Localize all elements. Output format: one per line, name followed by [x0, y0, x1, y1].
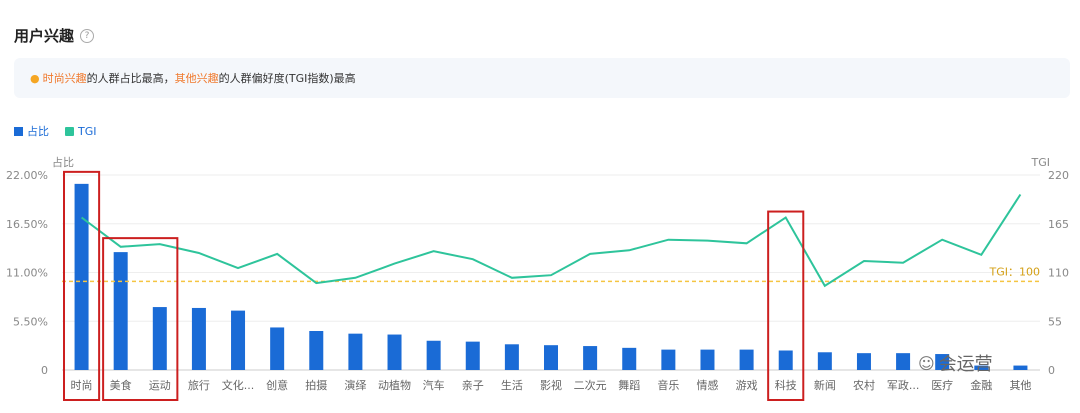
bar [661, 349, 676, 370]
insight-banner: ● 时尚兴趣 的人群占比最高， 其他兴趣 的人群偏好度(TGI指数)最高 [14, 58, 1070, 98]
legend-bar-label: 占比 [27, 125, 49, 138]
x-tick-label: 生活 [501, 378, 523, 392]
x-tick-label: 舞蹈 [618, 379, 640, 392]
x-tick-label: 文化... [222, 378, 255, 392]
bar [191, 307, 206, 370]
y-tick-right: 220 [1048, 169, 1069, 182]
x-tick-label: 旅行 [188, 378, 210, 392]
insight-text-2: 的人群偏好度(TGI指数)最高 [218, 72, 356, 85]
legend-line-swatch [65, 126, 74, 136]
x-tick-label: 亲子 [462, 378, 484, 392]
y-tick-left: 0 [41, 364, 48, 377]
y-tick-right: 55 [1048, 315, 1062, 328]
x-tick-label: 金融 [970, 378, 992, 392]
bar [309, 331, 324, 370]
chart-legend: 占比 TGI [14, 123, 97, 139]
wechat-icon: ☺ [918, 353, 935, 373]
lightbulb-icon: ● [30, 71, 40, 85]
bar [1013, 365, 1028, 370]
y-tick-right: 110 [1048, 267, 1069, 280]
insight-highlight-1: 时尚兴趣 [42, 72, 87, 85]
y-tick-left: 5.50% [13, 315, 48, 328]
x-tick-label: 美食 [110, 378, 132, 392]
x-tick-label: 新闻 [814, 378, 836, 392]
bar [504, 344, 519, 370]
bar [348, 333, 363, 370]
x-tick-label: 军政... [887, 378, 920, 392]
y-axis-label-left: 占比 [52, 155, 74, 169]
x-tick-label: 影视 [540, 378, 562, 392]
bar [113, 252, 128, 370]
bar [817, 352, 832, 370]
bar [700, 349, 715, 370]
x-tick-label: 农村 [853, 378, 875, 392]
question-circle-icon[interactable]: ? [80, 28, 95, 43]
x-tick-label: 演绎 [344, 378, 366, 392]
x-tick-label: 二次元 [574, 378, 607, 392]
y-tick-right: 165 [1048, 218, 1069, 231]
section-title: 用户兴趣 [14, 27, 75, 45]
y-axis-label-right: TGI [1031, 156, 1051, 169]
reference-label: TGI：100 [989, 265, 1040, 278]
y-tick-left: 11.00% [6, 267, 48, 280]
x-tick-label: 音乐 [657, 378, 679, 392]
bar [622, 347, 637, 370]
bar [583, 346, 598, 370]
watermark-text: 会运营 [938, 354, 993, 375]
bar [231, 310, 246, 370]
bar [739, 349, 754, 370]
legend-line-label: TGI [78, 124, 97, 138]
watermark: ☺ 会运营 [918, 350, 993, 376]
x-tick-label: 科技 [775, 378, 797, 392]
insight-highlight-2: 其他兴趣 [174, 72, 219, 85]
x-tick-label: 其他 [1009, 379, 1031, 392]
y-tick-left: 16.50% [6, 218, 48, 231]
y-tick-right: 0 [1048, 364, 1055, 377]
bar [896, 353, 911, 370]
x-tick-label: 运动 [149, 379, 171, 392]
bar [465, 341, 480, 370]
x-tick-label: 情感 [696, 379, 718, 392]
legend-bar-swatch [14, 126, 23, 136]
bar [152, 307, 167, 370]
bar [544, 345, 558, 370]
bar [387, 334, 402, 370]
bar [856, 353, 871, 370]
bar [426, 340, 441, 370]
y-tick-left: 22.00% [6, 169, 48, 182]
x-tick-label: 创意 [266, 378, 288, 392]
x-tick-label: 拍摄 [305, 378, 327, 392]
x-tick-label: 游戏 [736, 379, 758, 392]
bar [270, 327, 285, 370]
x-tick-label: 时尚 [71, 378, 93, 392]
bar [74, 183, 89, 370]
x-tick-label: 动植物 [378, 378, 411, 392]
insight-text-1: 的人群占比最高， [86, 72, 175, 85]
legend-item-bar[interactable]: 占比 [14, 123, 49, 139]
bar [778, 350, 793, 370]
x-tick-label: 医疗 [931, 378, 953, 392]
section-header: 用户兴趣 ? [14, 25, 95, 46]
x-tick-label: 汽车 [423, 378, 445, 392]
legend-item-line[interactable]: TGI [65, 123, 97, 139]
